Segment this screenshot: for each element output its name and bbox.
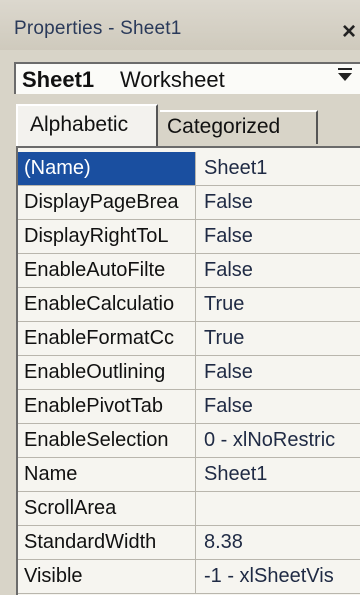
property-name[interactable]: EnableFormatCc xyxy=(18,322,196,355)
property-row[interactable]: StandardWidth 8.38 xyxy=(18,526,360,560)
property-value[interactable]: False xyxy=(198,220,360,253)
property-value[interactable]: Sheet1 xyxy=(198,458,360,491)
property-row[interactable]: EnablePivotTab False xyxy=(18,390,360,424)
property-name[interactable]: (Name) xyxy=(18,152,196,185)
property-tabs: Alphabetic Categorized xyxy=(14,104,360,146)
property-name[interactable]: Visible xyxy=(18,560,196,593)
property-name[interactable]: StandardWidth xyxy=(18,526,196,559)
property-grid: (Name) Sheet1 DisplayPageBrea False DisplayR… xyxy=(16,146,360,595)
property-value[interactable]: 8.38 xyxy=(198,526,360,559)
property-value[interactable] xyxy=(198,492,360,525)
property-row[interactable]: EnableAutoFilte False xyxy=(18,254,360,288)
property-value[interactable]: False xyxy=(198,186,360,219)
property-value[interactable]: True xyxy=(198,288,360,321)
window-title: Properties - Sheet1 xyxy=(14,18,182,39)
property-name[interactable]: EnableSelection xyxy=(18,424,196,457)
property-value[interactable]: 0 - xlNoRestric xyxy=(198,424,360,457)
property-value[interactable]: False xyxy=(198,254,360,287)
property-name[interactable]: EnableCalculatio xyxy=(18,288,196,321)
property-row[interactable]: Name Sheet1 xyxy=(18,458,360,492)
property-row[interactable]: (Name) Sheet1 xyxy=(18,152,360,186)
property-name[interactable]: EnableAutoFilte xyxy=(18,254,196,287)
property-name[interactable]: Name xyxy=(18,458,196,491)
property-row[interactable]: ScrollArea xyxy=(18,492,360,526)
tab-categorized[interactable]: Categorized xyxy=(160,110,318,144)
object-selector-dropdown[interactable]: Sheet1 Worksheet xyxy=(14,62,360,94)
property-row[interactable]: DisplayPageBrea False xyxy=(18,186,360,220)
object-type: Worksheet xyxy=(120,67,225,92)
object-name: Sheet1 xyxy=(22,67,95,92)
property-name[interactable]: EnableOutlining xyxy=(18,356,196,389)
chevron-down-icon[interactable] xyxy=(338,73,352,81)
title-bar[interactable]: Properties - Sheet1 × xyxy=(0,0,360,50)
property-name[interactable]: EnablePivotTab xyxy=(18,390,196,423)
property-row[interactable]: EnableFormatCc True xyxy=(18,322,360,356)
property-name[interactable]: ScrollArea xyxy=(18,492,196,525)
property-value[interactable]: Sheet1 xyxy=(198,152,360,185)
property-row[interactable]: DisplayRightToL False xyxy=(18,220,360,254)
properties-window: Properties - Sheet1 × Sheet1 Worksheet A… xyxy=(0,0,360,595)
property-name[interactable]: DisplayRightToL xyxy=(18,220,196,253)
property-value[interactable]: -1 - xlSheetVis xyxy=(198,560,360,593)
tab-alphabetic[interactable]: Alphabetic xyxy=(16,104,158,146)
dropdown-bar-icon xyxy=(338,68,352,70)
property-value[interactable]: True xyxy=(198,322,360,355)
property-row[interactable]: EnableOutlining False xyxy=(18,356,360,390)
property-row[interactable]: Visible -1 - xlSheetVis xyxy=(18,560,360,594)
property-row[interactable]: EnableCalculatio True xyxy=(18,288,360,322)
close-button[interactable]: × xyxy=(342,20,356,44)
property-name[interactable]: DisplayPageBrea xyxy=(18,186,196,219)
property-value[interactable]: False xyxy=(198,390,360,423)
property-value[interactable]: False xyxy=(198,356,360,389)
property-row[interactable]: EnableSelection 0 - xlNoRestric xyxy=(18,424,360,458)
